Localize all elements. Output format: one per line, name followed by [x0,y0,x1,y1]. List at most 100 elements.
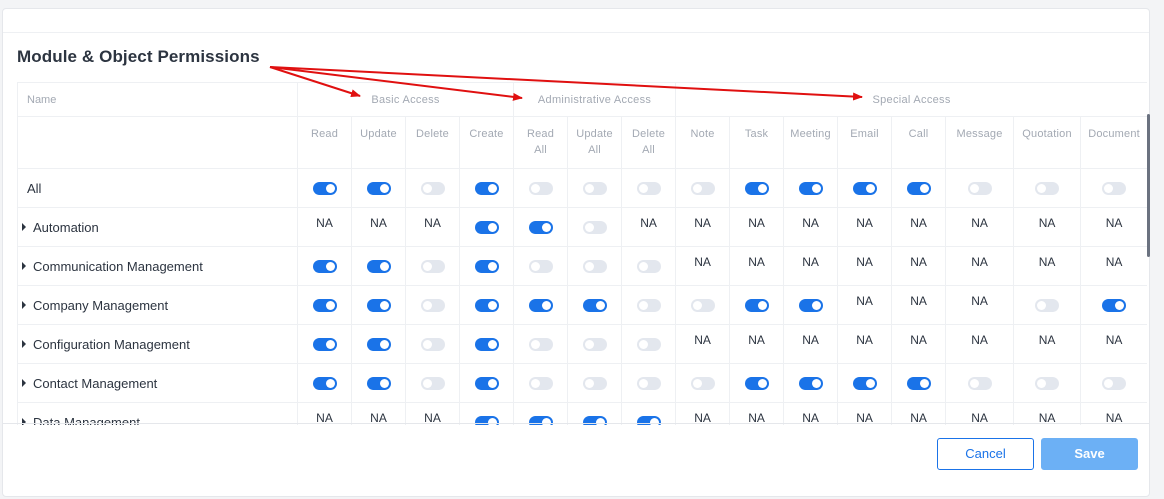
toggle-task[interactable] [744,299,769,313]
toggle-read-all[interactable] [528,260,553,274]
cell-delete-all [621,324,677,364]
toggle-delete[interactable] [420,299,445,313]
toggle-task[interactable] [744,377,769,391]
na-label-document: NA [1080,402,1147,425]
toggle-quotation[interactable] [1035,377,1060,391]
toggle-create[interactable] [474,260,499,274]
cancel-button[interactable]: Cancel [937,438,1034,470]
toggle-note[interactable] [690,299,715,313]
expand-caret-icon[interactable] [22,261,26,270]
column-header-delete: Delete [405,116,460,169]
cell-read [297,285,352,325]
toggle-email[interactable] [852,182,877,196]
toggle-update[interactable] [366,260,391,274]
toggle-document[interactable] [1102,299,1127,313]
toggle-delete-all[interactable] [636,182,661,196]
toggle-read-all[interactable] [528,338,553,352]
column-header-delete-all: Delete All [621,116,677,169]
toggle-read[interactable] [312,377,337,391]
toggle-create[interactable] [474,221,499,235]
toggle-update-all[interactable] [582,299,607,313]
cell-delete [405,324,460,364]
cell-update-all [567,168,623,208]
toggle-meeting[interactable] [798,377,823,391]
na-label-read: NA [297,207,352,247]
toggle-document[interactable] [1102,182,1127,196]
toggle-document[interactable] [1102,377,1127,391]
row-name-configuration-management[interactable]: Configuration Management [17,324,298,364]
cell-update [351,363,406,403]
toggle-update-all[interactable] [582,221,607,235]
footer-divider [3,423,1149,424]
toggle-create[interactable] [474,377,499,391]
permissions-table-container[interactable]: Name Basic Access Administrative Access … [17,82,1147,425]
toggle-delete[interactable] [420,260,445,274]
toggle-read-all[interactable] [528,182,553,196]
toggle-email[interactable] [852,377,877,391]
group-header-special-access: Special Access [675,82,1147,117]
na-label-meeting: NA [783,324,839,364]
toggle-delete-all[interactable] [636,260,661,274]
cell-delete-all [621,168,677,208]
toggle-delete[interactable] [420,377,445,391]
row-name-data-management[interactable]: Data Management [17,402,298,425]
toggle-delete-all[interactable] [636,299,661,313]
cell-delete-all [621,285,677,325]
toggle-quotation[interactable] [1035,299,1060,313]
toggle-read[interactable] [312,260,337,274]
permissions-table-body: All Automation NA NA NA NA NA NA NA NA NA NA NA NA Com… [17,168,1147,425]
expand-caret-icon[interactable] [22,222,26,231]
row-name-contact-management[interactable]: Contact Management [17,363,298,403]
na-label-meeting: NA [783,246,839,286]
table-row: Communication Management NA NA NA NA NA NA NA NA [17,246,1147,286]
row-label: Company Management [33,297,169,313]
toggle-meeting[interactable] [798,299,823,313]
na-label-email: NA [837,207,893,247]
toggle-update[interactable] [366,338,391,352]
row-name-automation[interactable]: Automation [17,207,298,247]
toggle-update[interactable] [366,377,391,391]
toggle-read-all[interactable] [528,377,553,391]
toggle-update-all[interactable] [582,338,607,352]
toggle-meeting[interactable] [798,182,823,196]
expand-caret-icon[interactable] [22,339,26,348]
toggle-delete[interactable] [420,338,445,352]
group-header-basic-access: Basic Access [296,82,515,117]
expand-caret-icon[interactable] [22,300,26,309]
toggle-delete-all[interactable] [636,338,661,352]
expand-caret-icon[interactable] [22,378,26,387]
cell-read-all [513,168,569,208]
toggle-update[interactable] [366,299,391,313]
toggle-message[interactable] [967,377,992,391]
na-label-document: NA [1080,207,1147,247]
na-label-message: NA [945,324,1015,364]
toggle-call[interactable] [906,182,931,196]
vertical-scrollbar[interactable] [1147,114,1150,257]
toggle-task[interactable] [744,182,769,196]
toggle-delete-all[interactable] [636,377,661,391]
toggle-note[interactable] [690,182,715,196]
toggle-read-all[interactable] [528,221,553,235]
toggle-note[interactable] [690,377,715,391]
toggle-read[interactable] [312,338,337,352]
toggle-update-all[interactable] [582,377,607,391]
toggle-create[interactable] [474,338,499,352]
toggle-read[interactable] [312,182,337,196]
toggle-read[interactable] [312,299,337,313]
cell-read-all [513,246,569,286]
toggle-create[interactable] [474,182,499,196]
toggle-delete[interactable] [420,182,445,196]
toggle-message[interactable] [967,182,992,196]
toggle-quotation[interactable] [1035,182,1060,196]
toggle-create[interactable] [474,299,499,313]
toggle-update-all[interactable] [582,260,607,274]
cell-email [837,168,893,208]
save-button[interactable]: Save [1041,438,1138,470]
cell-read-all [513,324,569,364]
row-name-company-management[interactable]: Company Management [17,285,298,325]
toggle-update-all[interactable] [582,182,607,196]
toggle-update[interactable] [366,182,391,196]
toggle-call[interactable] [906,377,931,391]
toggle-read-all[interactable] [528,299,553,313]
row-name-communication-management[interactable]: Communication Management [17,246,298,286]
